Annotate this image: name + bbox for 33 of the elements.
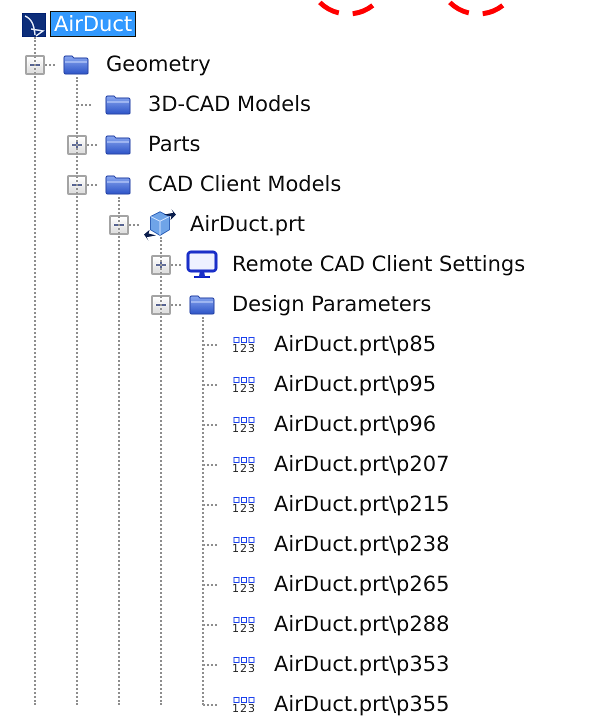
tree-item-label[interactable]: AirDuct.prt\p85 (270, 331, 440, 358)
folder-icon (189, 295, 215, 315)
cube-icon (143, 208, 177, 242)
tree-item-label[interactable]: AirDuct.prt\p288 (270, 611, 454, 638)
tree-item-label[interactable]: 3D-CAD Models (144, 91, 315, 118)
plus-icon (71, 139, 83, 151)
folder-icon (105, 135, 131, 155)
tree-item-label[interactable]: Remote CAD Client Settings (228, 251, 530, 278)
plus-icon (155, 259, 167, 271)
tree-item-label[interactable]: AirDuct.prt\p355 (270, 691, 454, 718)
expander-toggle[interactable] (67, 135, 87, 155)
expander-toggle[interactable] (151, 295, 171, 315)
folder-icon (105, 95, 131, 115)
folder-icon (63, 55, 89, 75)
expander-toggle[interactable] (67, 175, 87, 195)
tree-item-label[interactable]: AirDuct.prt\p215 (270, 491, 454, 518)
tree-item-label[interactable]: Parts (144, 131, 204, 158)
monitor-icon (186, 250, 218, 280)
tree-item-label[interactable]: AirDuct.prt\p96 (270, 411, 440, 438)
tree-item-label[interactable]: AirDuct.prt\p238 (270, 531, 454, 558)
folder-icon (105, 175, 131, 195)
tree-item-label[interactable]: CAD Client Models (144, 171, 346, 198)
expander-toggle[interactable] (109, 215, 129, 235)
logo-icon (22, 13, 46, 37)
expander-toggle[interactable] (25, 55, 45, 75)
tree-item-label[interactable]: AirDuct.prt (186, 211, 309, 238)
tree-item-label[interactable]: Geometry (102, 51, 215, 78)
tree-item-label[interactable]: AirDuct.prt\p353 (270, 651, 454, 678)
tree-item-label[interactable]: AirDuct.prt\p207 (270, 451, 454, 478)
expander-toggle[interactable] (151, 255, 171, 275)
tree-item-label[interactable]: AirDuct.prt\p265 (270, 571, 454, 598)
tree-item-label[interactable]: Design Parameters (228, 291, 436, 318)
tree-item-label[interactable]: AirDuct.prt\p95 (270, 371, 440, 398)
